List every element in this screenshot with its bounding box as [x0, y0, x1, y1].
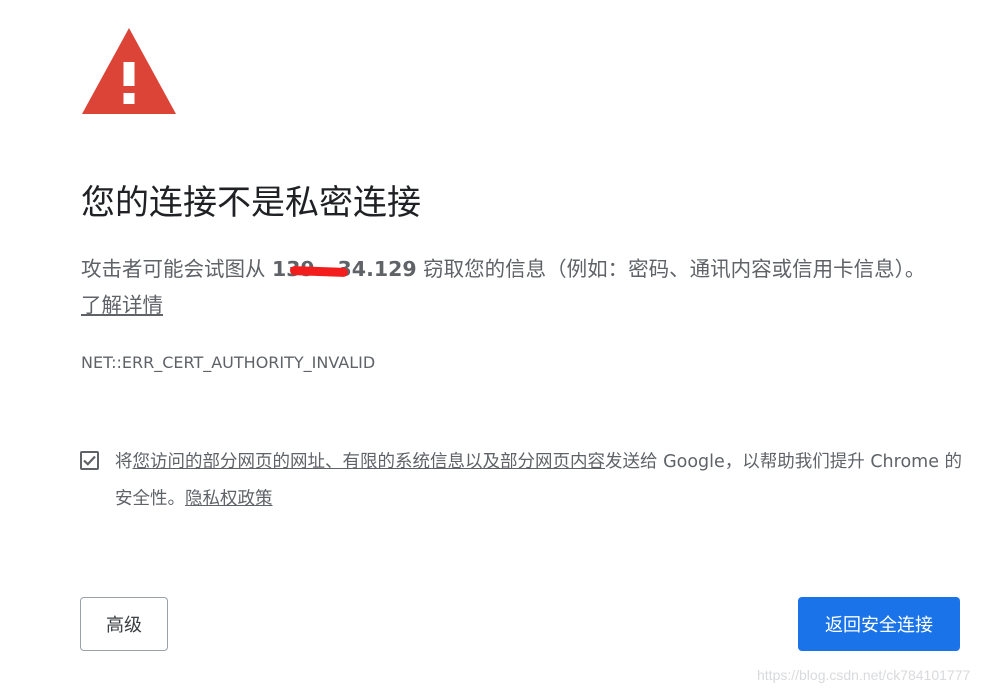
advanced-button[interactable]: 高级 — [80, 597, 168, 651]
explanation-suffix: 窃取您的信息（例如：密码、通讯内容或信用卡信息）。 — [416, 257, 926, 281]
page-title: 您的连接不是私密连接 — [81, 183, 421, 223]
warning-triangle-icon — [82, 28, 176, 114]
optin-details-link[interactable]: 您访问的部分网页的网址、有限的系统信息以及部分网页内容 — [133, 452, 606, 472]
optin-prefix: 将 — [115, 452, 133, 472]
learn-more-link[interactable]: 了解详情 — [81, 293, 163, 317]
host-address: 139. .34.129 — [272, 251, 417, 287]
explanation-paragraph: 攻击者可能会试图从 139. .34.129 窃取您的信息（例如：密码、通讯内容… — [81, 251, 931, 323]
checkmark-icon — [83, 455, 96, 466]
explanation-prefix: 攻击者可能会试图从 — [81, 257, 273, 281]
watermark: https://blog.csdn.net/ck784101777 — [757, 667, 971, 683]
optin-checkbox[interactable] — [80, 451, 99, 470]
privacy-policy-link[interactable]: 隐私权政策 — [185, 489, 273, 509]
error-code: NET::ERR_CERT_AUTHORITY_INVALID — [81, 353, 376, 372]
back-to-safety-button[interactable]: 返回安全连接 — [798, 597, 960, 651]
optin-label: 将您访问的部分网页的网址、有限的系统信息以及部分网页内容发送给 Google，以… — [115, 444, 965, 518]
